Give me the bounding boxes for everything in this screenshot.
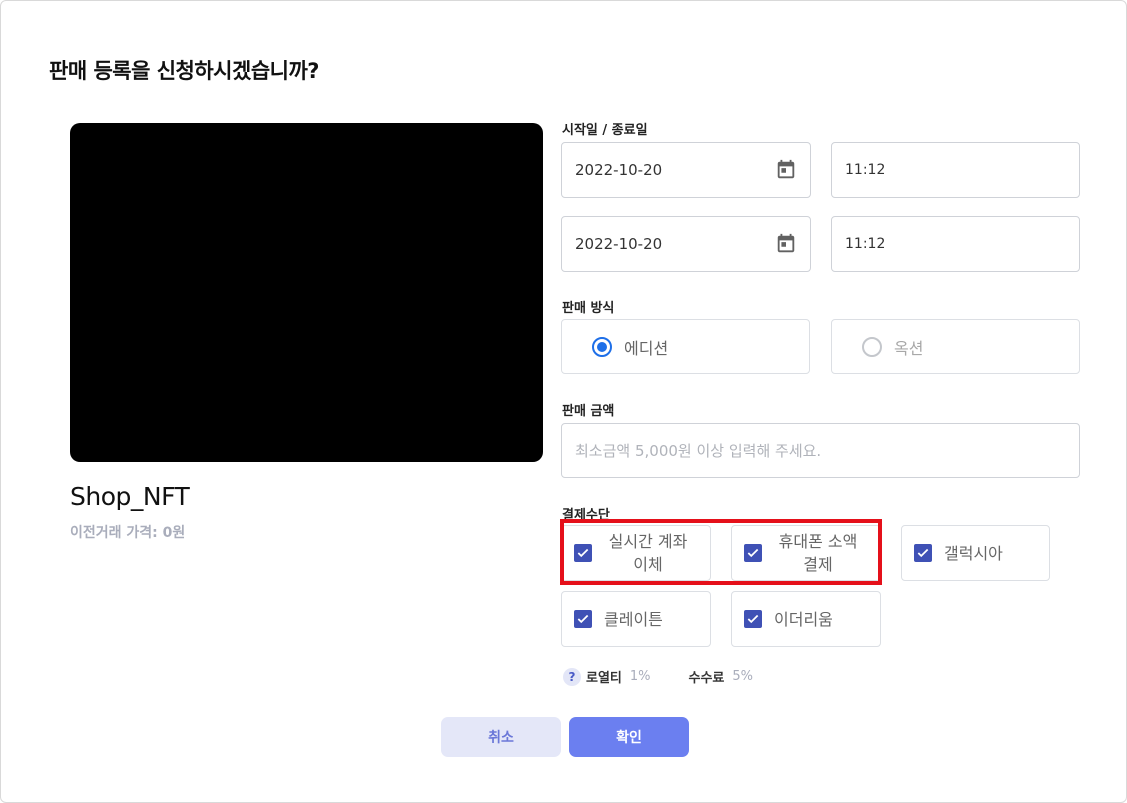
sale-method-label: 판매 방식 [562,301,615,316]
payment-label-line2: 이체 [633,555,663,574]
start-time-value: 11:12 [845,162,886,178]
sale-price-label: 판매 금액 [562,404,615,419]
fee-info: ? 로열티 1% 수수료 5% [563,667,753,686]
sale-registration-dialog: 판매 등록을 신청하시겠습니까? Shop_NFT 이전거래 가격: 0원 시작… [0,0,1127,803]
end-time-value: 11:12 [845,236,886,252]
payment-method-label: 결제수단 [562,508,610,523]
check-icon [577,548,589,558]
payment-label-line1: 실시간 계좌 [608,532,688,551]
check-icon [577,614,589,624]
sale-price-input[interactable] [561,423,1080,478]
end-date-value: 2022-10-20 [575,235,663,253]
nft-preview-image [70,123,543,462]
dialog-title: 판매 등록을 신청하시겠습니까? [49,59,319,83]
payment-option-label: 이더리움 [774,609,833,629]
royalty-value: 1% [629,669,651,684]
start-time-field[interactable]: 11:12 [831,142,1080,198]
payment-option-galaxia[interactable]: 갤럭시아 [901,525,1050,581]
payment-label-line2: 결제 [803,555,833,574]
calendar-icon[interactable] [775,159,797,181]
payment-label-line1: 휴대폰 소액 [778,532,858,551]
payment-option-klaytn[interactable]: 클레이튼 [561,591,711,647]
start-date-field[interactable]: 2022-10-20 [561,142,811,198]
schedule-label: 시작일 / 종료일 [562,123,648,138]
payment-option-ethereum[interactable]: 이더리움 [731,591,881,647]
sale-method-edition-option[interactable]: 에디션 [561,319,810,374]
sale-method-auction-label: 옥션 [894,338,924,358]
commission-value: 5% [732,669,754,684]
commission-label: 수수료 [688,671,725,686]
royalty-label: 로열티 [586,671,622,686]
checkbox-checked-icon[interactable] [574,544,592,562]
checkbox-checked-icon[interactable] [574,610,592,628]
calendar-icon[interactable] [775,233,797,255]
payment-option-label: 실시간 계좌 이체 [592,530,710,576]
nft-name: Shop_NFT [70,482,190,511]
checkbox-checked-icon[interactable] [914,544,932,562]
sale-method-auction-option[interactable]: 옥션 [831,319,1080,374]
payment-option-label: 휴대폰 소액 결제 [762,530,880,576]
previous-price: 이전거래 가격: 0원 [70,525,186,541]
payment-option-label: 클레이튼 [604,609,663,629]
end-date-field[interactable]: 2022-10-20 [561,216,811,272]
help-icon[interactable]: ? [563,667,581,686]
checkbox-checked-icon[interactable] [744,544,762,562]
check-icon [747,614,759,624]
sale-method-edition-label: 에디션 [624,338,669,358]
radio-selected-icon[interactable] [592,336,612,357]
payment-option-mobile[interactable]: 휴대폰 소액 결제 [731,525,881,581]
checkbox-checked-icon[interactable] [744,610,762,628]
end-time-field[interactable]: 11:12 [831,216,1080,272]
payment-option-bank-transfer[interactable]: 실시간 계좌 이체 [561,525,711,581]
confirm-button[interactable]: 확인 [569,717,689,757]
check-icon [917,548,929,558]
payment-option-label: 갤럭시아 [944,543,1003,563]
cancel-button[interactable]: 취소 [441,717,561,757]
start-date-value: 2022-10-20 [575,161,663,179]
radio-unselected-icon[interactable] [862,336,882,357]
check-icon [747,548,759,558]
